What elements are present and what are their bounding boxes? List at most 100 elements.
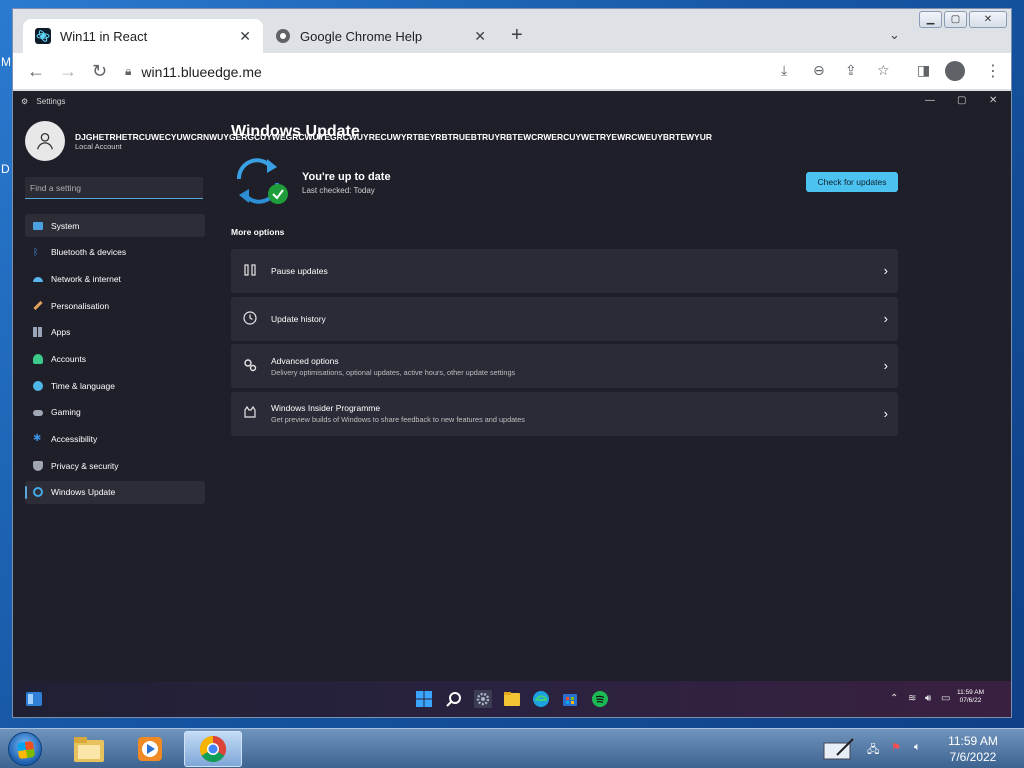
settings-gear-taskbar-icon[interactable] (474, 690, 492, 708)
nav-item-privacy[interactable]: Privacy & security (25, 454, 205, 477)
minimize-button[interactable]: ▁ (919, 11, 942, 28)
nav-item-gaming[interactable]: Gaming (25, 401, 205, 424)
profile-avatar-icon[interactable] (945, 61, 965, 81)
taskbar-chrome-button[interactable] (184, 731, 242, 767)
nav-item-accounts[interactable]: Accounts (25, 347, 205, 370)
find-setting-input[interactable]: Find a setting (25, 177, 203, 199)
battery-tray-icon[interactable]: ▭ (941, 693, 950, 704)
close-tab-icon[interactable]: ✕ (474, 28, 486, 45)
install-app-icon[interactable]: ⤓ (781, 62, 787, 79)
search-icon[interactable] (445, 690, 463, 708)
new-tab-button[interactable]: + (511, 24, 523, 47)
settings-nav: System ᛒ Bluetooth & devices Network & i… (25, 214, 205, 508)
media-player-icon (138, 737, 162, 761)
forward-arrow-icon[interactable]: → (59, 61, 77, 82)
zoom-icon[interactable]: ⊖ (813, 62, 825, 79)
edge-browser-icon[interactable] (532, 690, 550, 708)
reload-icon[interactable]: ↻ (92, 61, 107, 82)
sync-icon (33, 487, 43, 498)
tab-google-chrome-help[interactable]: Google Chrome Help ✕ (263, 19, 498, 53)
check-for-updates-button[interactable]: Check for updates (806, 172, 898, 192)
settings-window-title: Settings (36, 97, 66, 106)
maximize-button[interactable]: ▢ (944, 11, 967, 28)
option-title: Pause updates (271, 266, 328, 276)
close-tab-icon[interactable]: ✕ (239, 28, 251, 45)
back-arrow-icon[interactable]: ← (27, 61, 45, 82)
win11-clock[interactable]: 11:59 AM 07/6/22 (957, 689, 984, 706)
widgets-icon[interactable] (25, 690, 43, 708)
bookmark-star-icon[interactable]: ☆ (877, 62, 890, 79)
chevron-right-icon: › (883, 310, 888, 326)
wifi-tray-icon[interactable]: ≋ (908, 693, 916, 704)
nav-label: Network & internet (51, 273, 121, 284)
user-name: DJGHETRHETRCUWECYUWCRNWUYGERGCUYWEGRCWUY… (75, 131, 713, 142)
show-hidden-icons-chevron-icon[interactable]: ⌃ (890, 693, 898, 704)
taskbar-media-player-button[interactable] (121, 731, 179, 767)
settings-minimize-icon[interactable]: — (925, 95, 935, 106)
nav-item-personalisation[interactable]: Personalisation (25, 294, 205, 317)
settings-close-icon[interactable]: ✕ (989, 95, 997, 106)
volume-tray-icon[interactable]: 🔊︎ (925, 693, 931, 704)
tab-strip: Win11 in React ✕ Google Chrome Help ✕ + … (13, 9, 1011, 53)
address-bar[interactable]: 🔒︎ win11.blueedge.me (125, 57, 895, 86)
user-card[interactable]: DJGHETRHETRCUWECYUWCRNWUYGERGCUYWEGRCWUY… (25, 121, 712, 161)
history-icon (243, 310, 257, 325)
side-panel-icon[interactable]: ◨ (917, 62, 930, 79)
nav-label: Windows Update (51, 487, 116, 498)
win7-start-orb-icon[interactable] (8, 732, 42, 766)
shield-icon (33, 460, 43, 471)
nav-item-apps[interactable]: Apps (25, 321, 205, 344)
tab-title: Win11 in React (60, 28, 148, 44)
settings-gear-icon: ⚙ (21, 97, 29, 106)
nav-label: Privacy & security (51, 460, 119, 471)
share-icon[interactable]: ⇪ (845, 62, 857, 79)
avatar (25, 121, 65, 161)
nav-label: Apps (51, 327, 71, 338)
nav-item-bluetooth[interactable]: ᛒ Bluetooth & devices (25, 241, 205, 264)
option-pause-updates[interactable]: Pause updates › (231, 249, 898, 293)
file-explorer-icon[interactable] (503, 690, 521, 708)
gamepad-icon (33, 410, 43, 417)
taskbar-explorer-button[interactable] (60, 731, 118, 767)
chevron-right-icon: › (883, 405, 888, 421)
desktop-icon-label-m[interactable]: M (1, 55, 11, 69)
win7-clock[interactable]: 11:59 AM 7/6/2022 (944, 733, 1002, 765)
tab-win11-in-react[interactable]: Win11 in React ✕ (23, 19, 263, 53)
option-windows-insider[interactable]: Windows Insider Programme Get preview bu… (231, 391, 898, 436)
close-window-button[interactable]: ✕ (969, 11, 1007, 28)
account-type: Local Account (75, 141, 122, 151)
option-update-history[interactable]: Update history › (231, 296, 898, 341)
settings-maximize-icon[interactable]: ▢ (957, 95, 966, 106)
action-center-flag-icon[interactable]: ⚑ (891, 741, 901, 754)
start-windows-icon[interactable] (415, 690, 433, 708)
nav-item-time-language[interactable]: Time & language (25, 374, 205, 397)
network-tray-icon[interactable]: 🖧︎ (867, 741, 879, 760)
update-status: You're up to date Last checked: Today (302, 171, 391, 195)
page-content: ⚙ Settings — ▢ ✕ DJGHETRHETRCUWECYUWCRNW… (13, 91, 1011, 717)
monitor-icon (33, 221, 43, 230)
chrome-icon (199, 735, 227, 763)
option-title: Windows Insider Programme (271, 403, 381, 413)
volume-icon[interactable]: 🔈︎ (914, 741, 921, 754)
spotify-icon[interactable] (591, 690, 609, 708)
store-icon[interactable] (561, 690, 579, 708)
settings-titlebar: ⚙ Settings — ▢ ✕ (13, 91, 1011, 111)
options-list: Pause updates › Update history › Advance… (231, 249, 898, 439)
url-text: win11.blueedge.me (141, 63, 262, 80)
win7-date: 7/6/2022 (949, 750, 997, 765)
win11-taskbar: ⌃ ≋ 🔊︎ ▭ 11:59 AM 07/6/22 (13, 681, 1011, 717)
kebab-menu-icon[interactable]: ⋮ (985, 61, 1001, 81)
nav-label: Personalisation (51, 300, 110, 311)
nav-label: Accessibility (51, 434, 98, 444)
option-advanced-options[interactable]: Advanced options Delivery optimisations,… (231, 344, 898, 388)
chrome-window: Win11 in React ✕ Google Chrome Help ✕ + … (12, 8, 1012, 718)
win7-time: 11:59 AM (948, 734, 998, 748)
desktop-icon-label-d[interactable]: D (1, 162, 10, 176)
nav-item-windows-update[interactable]: Windows Update (25, 480, 205, 504)
globe-clock-icon (33, 380, 43, 391)
nav-item-accessibility[interactable]: ✱ Accessibility (25, 428, 205, 451)
pen-tablet-tray-icon[interactable] (823, 737, 855, 761)
nav-item-network[interactable]: Network & internet (25, 267, 205, 290)
tab-search-chevron-icon[interactable]: ⌄ (889, 27, 900, 43)
nav-item-system[interactable]: System (25, 214, 205, 237)
